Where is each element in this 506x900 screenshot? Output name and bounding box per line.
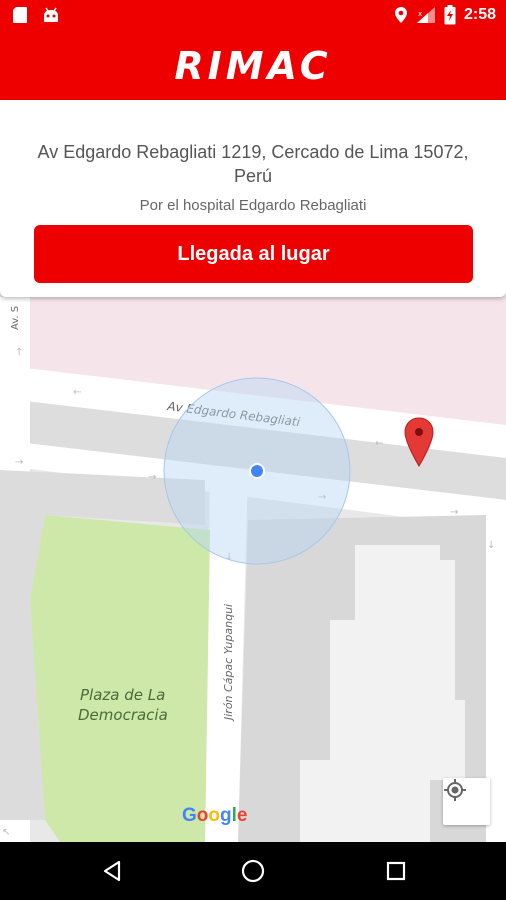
nav-back-button[interactable] (82, 842, 142, 900)
nav-home-button[interactable] (223, 842, 283, 900)
nav-recents-button[interactable] (366, 842, 426, 900)
status-system: x 2:58 (394, 5, 496, 25)
street-label-jiron-capac: Jirón Cápac Yupanqui (222, 604, 235, 722)
battery-charging-icon (444, 5, 456, 25)
app-bar: RIMAC (0, 32, 506, 100)
my-location-icon (444, 779, 466, 801)
svg-text:→: → (15, 457, 23, 468)
status-notifications (12, 6, 60, 24)
svg-text:↖: ↖ (2, 827, 10, 838)
clock: 2:58 (463, 6, 496, 23)
destination-address: Av Edgardo Rebagliati 1219, Cercado de L… (37, 142, 469, 186)
location-icon (394, 7, 407, 23)
svg-text:→: → (450, 507, 458, 518)
svg-text:←: ← (375, 438, 383, 449)
svg-text:→: → (148, 472, 156, 483)
street-label-left: Av. S (10, 306, 21, 330)
signal-icon: x (416, 7, 435, 23)
destination-card: Av Edgardo Rebagliati 1219, Cercado de L… (0, 100, 506, 297)
system-nav-bar (0, 842, 506, 900)
status-bar: x 2:58 (0, 0, 506, 32)
park-label-line2: Democracia (78, 706, 168, 724)
my-location-button[interactable] (443, 778, 490, 825)
svg-text:↓: ↓ (487, 540, 495, 551)
svg-text:x: x (418, 10, 422, 18)
android-debug-icon (44, 7, 58, 22)
recents-icon (386, 861, 406, 881)
current-location-dot (249, 463, 265, 479)
home-icon (241, 859, 265, 883)
svg-text:←: ← (73, 387, 81, 398)
sd-card-icon (13, 7, 27, 23)
destination-reference: Por el hospital Edgardo Rebagliati (139, 197, 367, 214)
back-icon (103, 860, 121, 882)
svg-text:↑: ↑ (15, 347, 23, 358)
park-label-line1: Plaza de La (80, 686, 165, 704)
arrive-button[interactable]: Llegada al lugar (34, 225, 473, 283)
google-attribution: Google (182, 805, 248, 826)
rimac-logo: RIMAC (174, 44, 332, 88)
